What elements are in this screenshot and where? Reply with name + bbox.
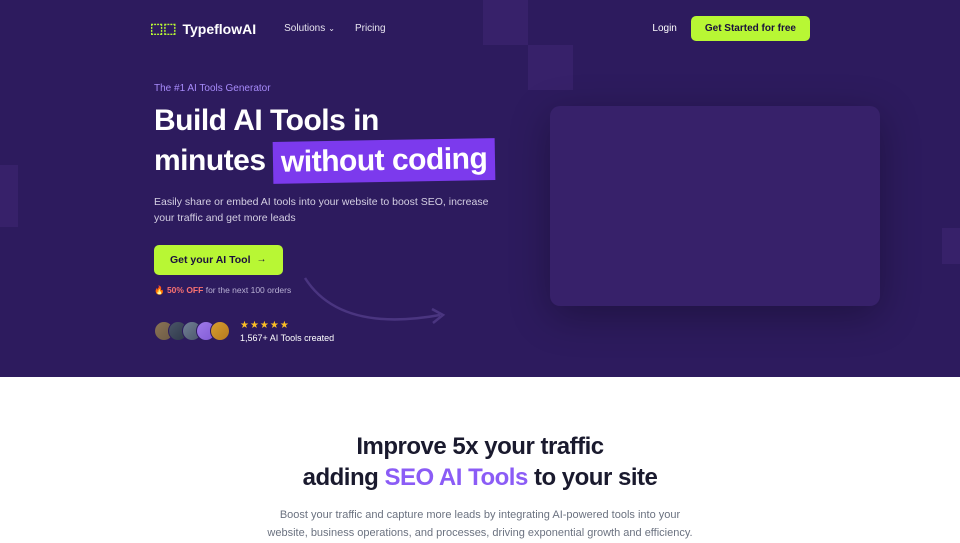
section-subhead: Boost your traffic and capture more lead… [260,507,700,542]
logo-icon: ⬚⬚ [150,20,176,37]
promo-text: for the next 100 orders [206,285,292,295]
nav-links: Solutions ⌄ Pricing [284,23,385,34]
promo-badge: 🔥 50% OFF [154,285,203,295]
section-title: Improve 5x your traffic adding SEO AI To… [0,431,960,493]
nav-solutions[interactable]: Solutions ⌄ [284,23,335,34]
stars-icon: ★★★★★ [240,320,334,331]
headline-highlight: without coding [273,138,496,183]
hero-subhead: Easily share or embed AI tools into your… [154,195,494,227]
device-mockup [550,106,880,306]
top-nav: ⬚⬚ TypeflowAI Solutions ⌄ Pricing Login … [0,0,960,41]
promo-line: 🔥 50% OFF for the next 100 orders [154,285,500,296]
hero-headline: Build AI Tools in minutes without coding [154,102,500,181]
eyebrow-text: The #1 AI Tools Generator [154,83,500,94]
brand-name: TypeflowAI [182,21,256,37]
login-link[interactable]: Login [652,23,676,34]
hero-section: ⬚⬚ TypeflowAI Solutions ⌄ Pricing Login … [0,0,960,377]
avatar-stack [154,321,230,341]
chevron-down-icon: ⌄ [328,24,335,33]
tools-created-count: 1,567+ AI Tools created [240,333,334,343]
decorative-square [528,45,573,90]
nav-right: Login Get Started for free [652,16,810,41]
decorative-square [942,228,960,264]
social-proof: ★★★★★ 1,567+ AI Tools created [154,320,500,343]
avatar [210,321,230,341]
get-tool-button[interactable]: Get your AI Tool → [154,245,283,275]
title-emphasis: SEO AI Tools [384,464,527,491]
nav-pricing[interactable]: Pricing [355,23,386,34]
hero-content: The #1 AI Tools Generator Build AI Tools… [0,41,500,343]
arrow-right-icon: → [257,254,267,265]
traffic-section: Improve 5x your traffic adding SEO AI To… [0,377,960,543]
social-text: ★★★★★ 1,567+ AI Tools created [240,320,334,343]
get-started-button[interactable]: Get Started for free [691,16,810,41]
logo[interactable]: ⬚⬚ TypeflowAI [150,20,256,37]
